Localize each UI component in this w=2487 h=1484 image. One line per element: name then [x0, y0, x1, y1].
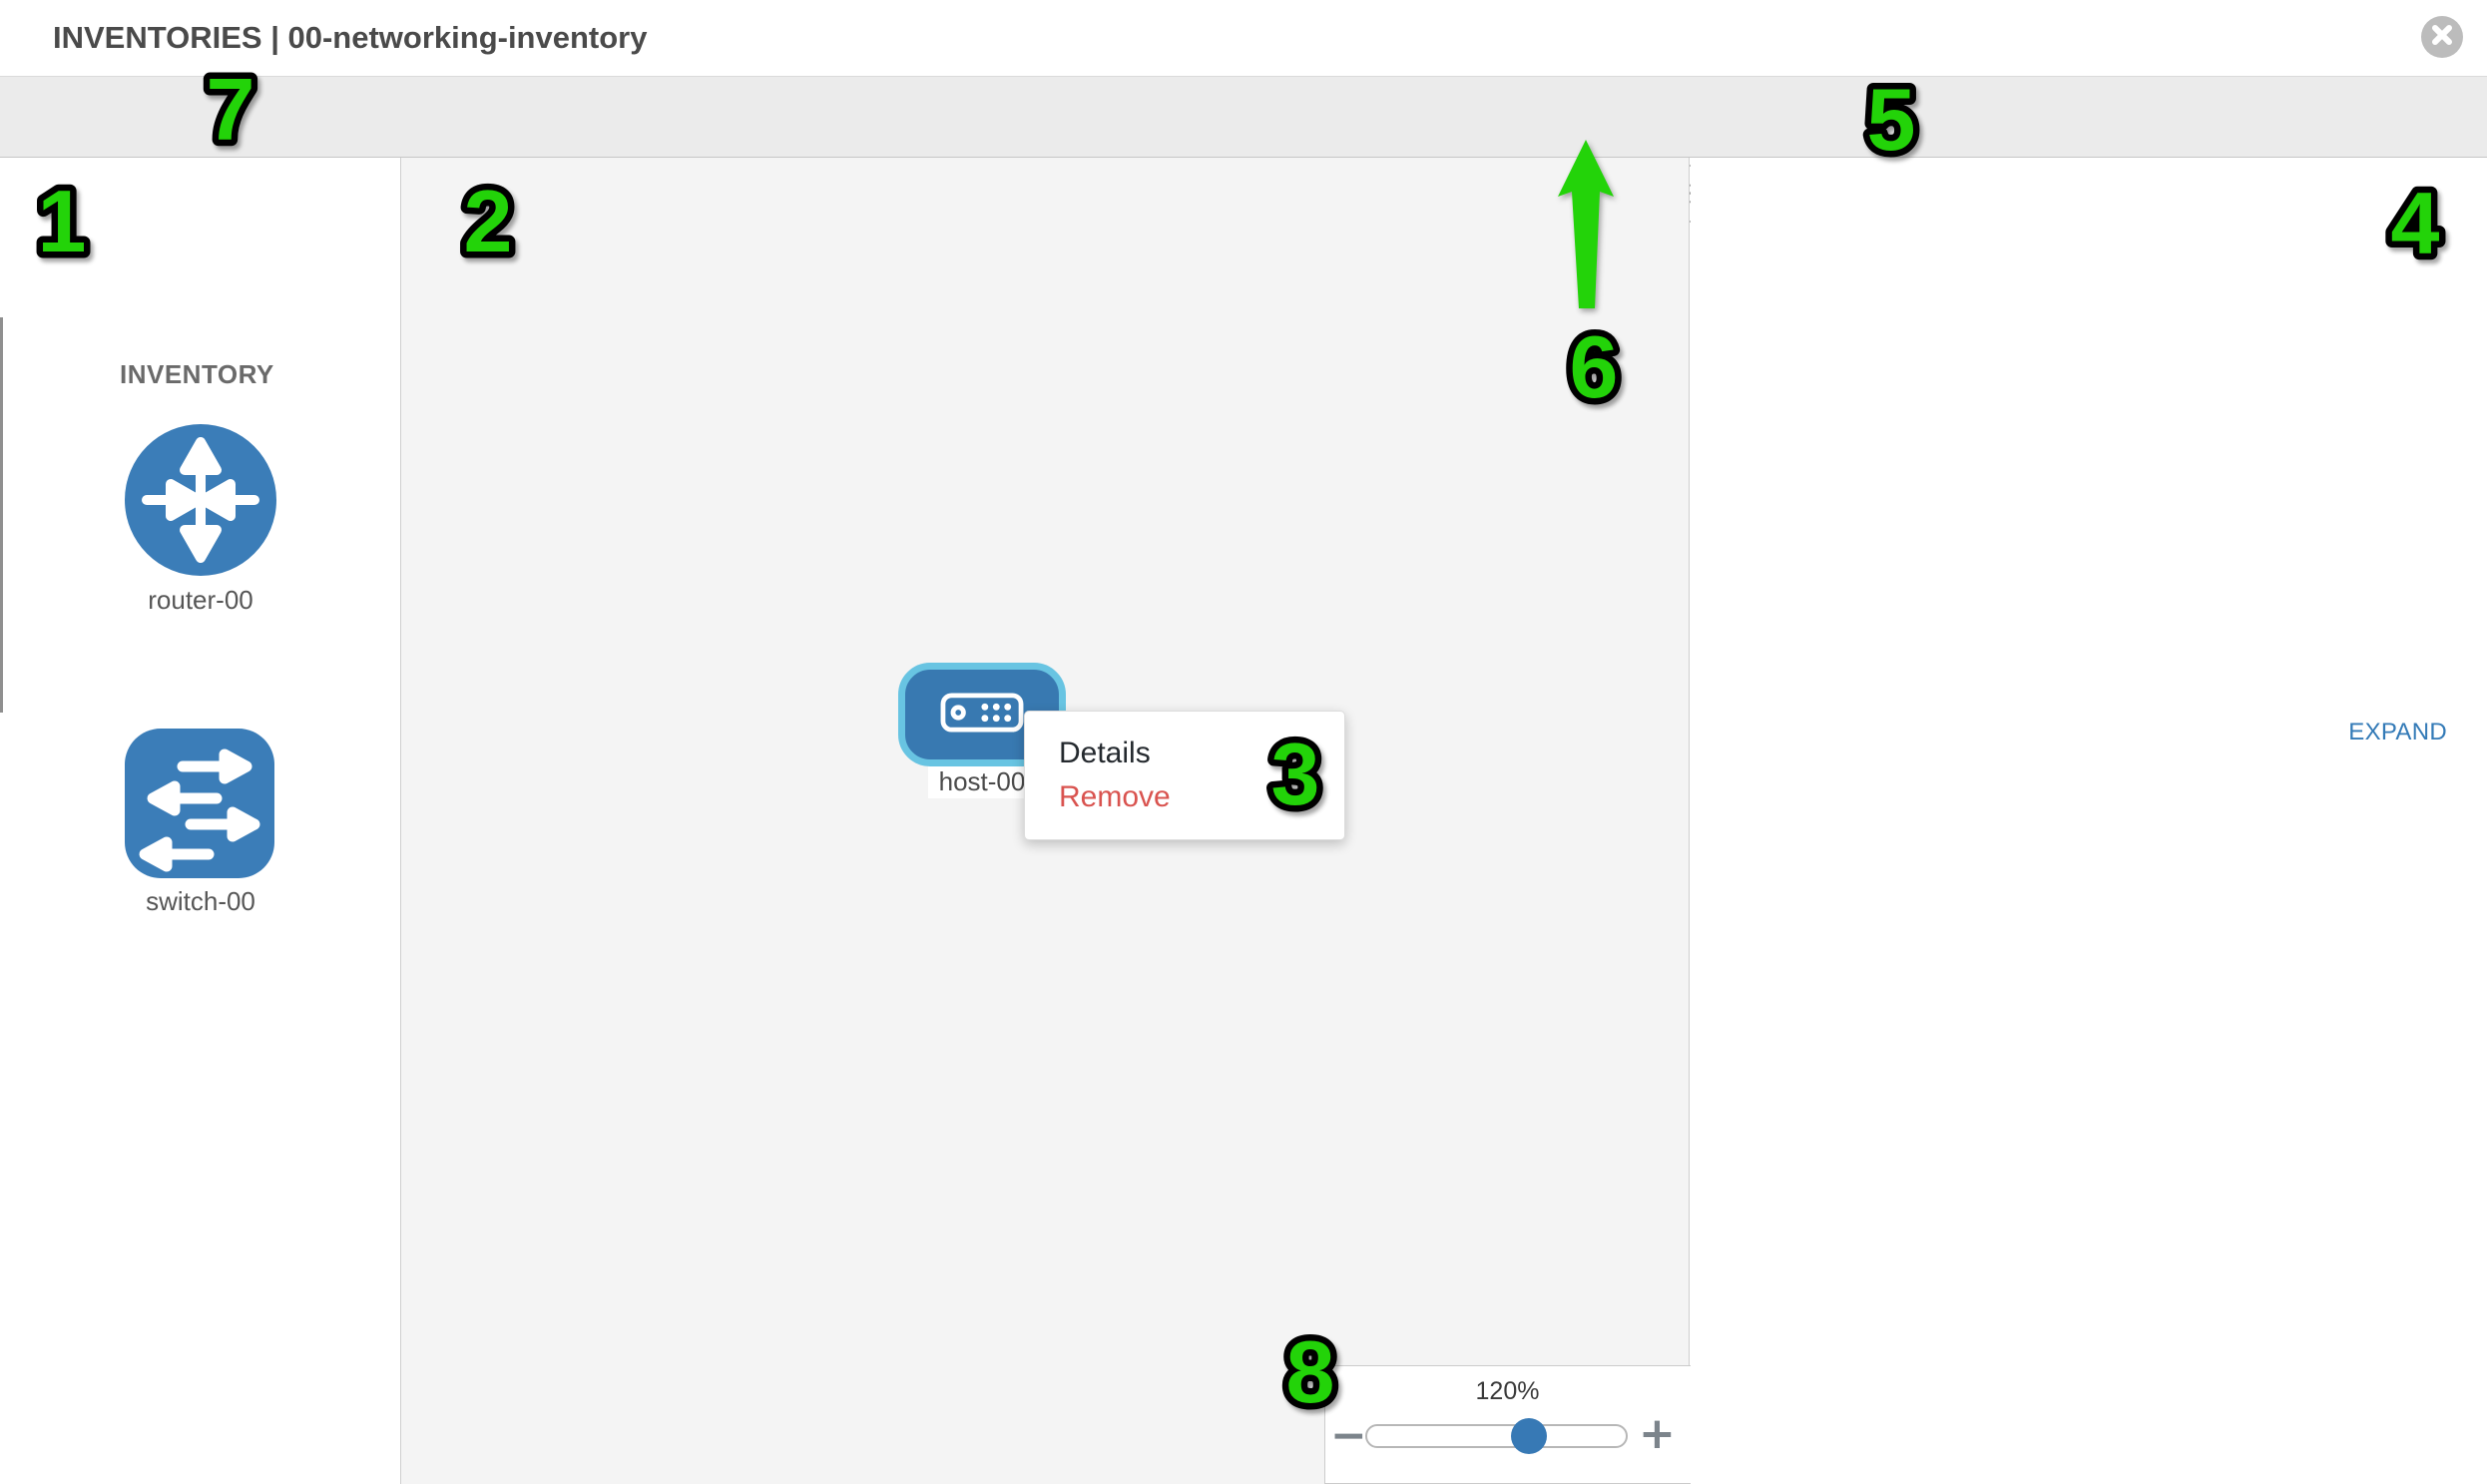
- page-title: INVENTORIES | 00-networking-inventory: [53, 20, 647, 56]
- close-button[interactable]: [2421, 16, 2463, 58]
- header-bar: INVENTORIES | 00-networking-inventory: [0, 0, 2487, 76]
- switch-icon: [125, 865, 274, 882]
- menu-item-details[interactable]: Details: [1059, 737, 1344, 770]
- host-node-label: host-00: [928, 764, 1036, 798]
- zoom-in-button[interactable]: +: [1639, 1414, 1676, 1454]
- details-panel: DETAILS * HOST NAME ? DESCRIPTION VARIAB…: [1691, 158, 2487, 1484]
- palette-item-switch[interactable]: [125, 729, 274, 878]
- zoom-out-button[interactable]: −: [1330, 1416, 1367, 1456]
- toolbar: ACTIONS ▾ SEARCH ▾: [0, 76, 2487, 158]
- router-icon: [125, 563, 276, 580]
- inventory-sidebar: INVENTORY router-00: [0, 158, 401, 1484]
- inventory-title: INVENTORY: [120, 359, 274, 390]
- close-icon: [2431, 24, 2453, 51]
- palette-item-label: switch-00: [113, 886, 288, 917]
- zoom-slider-track[interactable]: [1365, 1424, 1628, 1448]
- palette-item-router[interactable]: [125, 424, 276, 576]
- zoom-slider-thumb[interactable]: [1511, 1418, 1547, 1454]
- menu-item-remove[interactable]: Remove: [1059, 780, 1344, 814]
- context-menu: Details Remove: [1024, 711, 1345, 840]
- zoom-level-label: 120%: [1324, 1377, 1691, 1406]
- expand-link[interactable]: EXPAND: [2348, 719, 2447, 746]
- palette-item-label: router-00: [113, 585, 288, 616]
- sidebar-scrollbar[interactable]: [0, 317, 3, 713]
- server-icon: [940, 693, 1024, 738]
